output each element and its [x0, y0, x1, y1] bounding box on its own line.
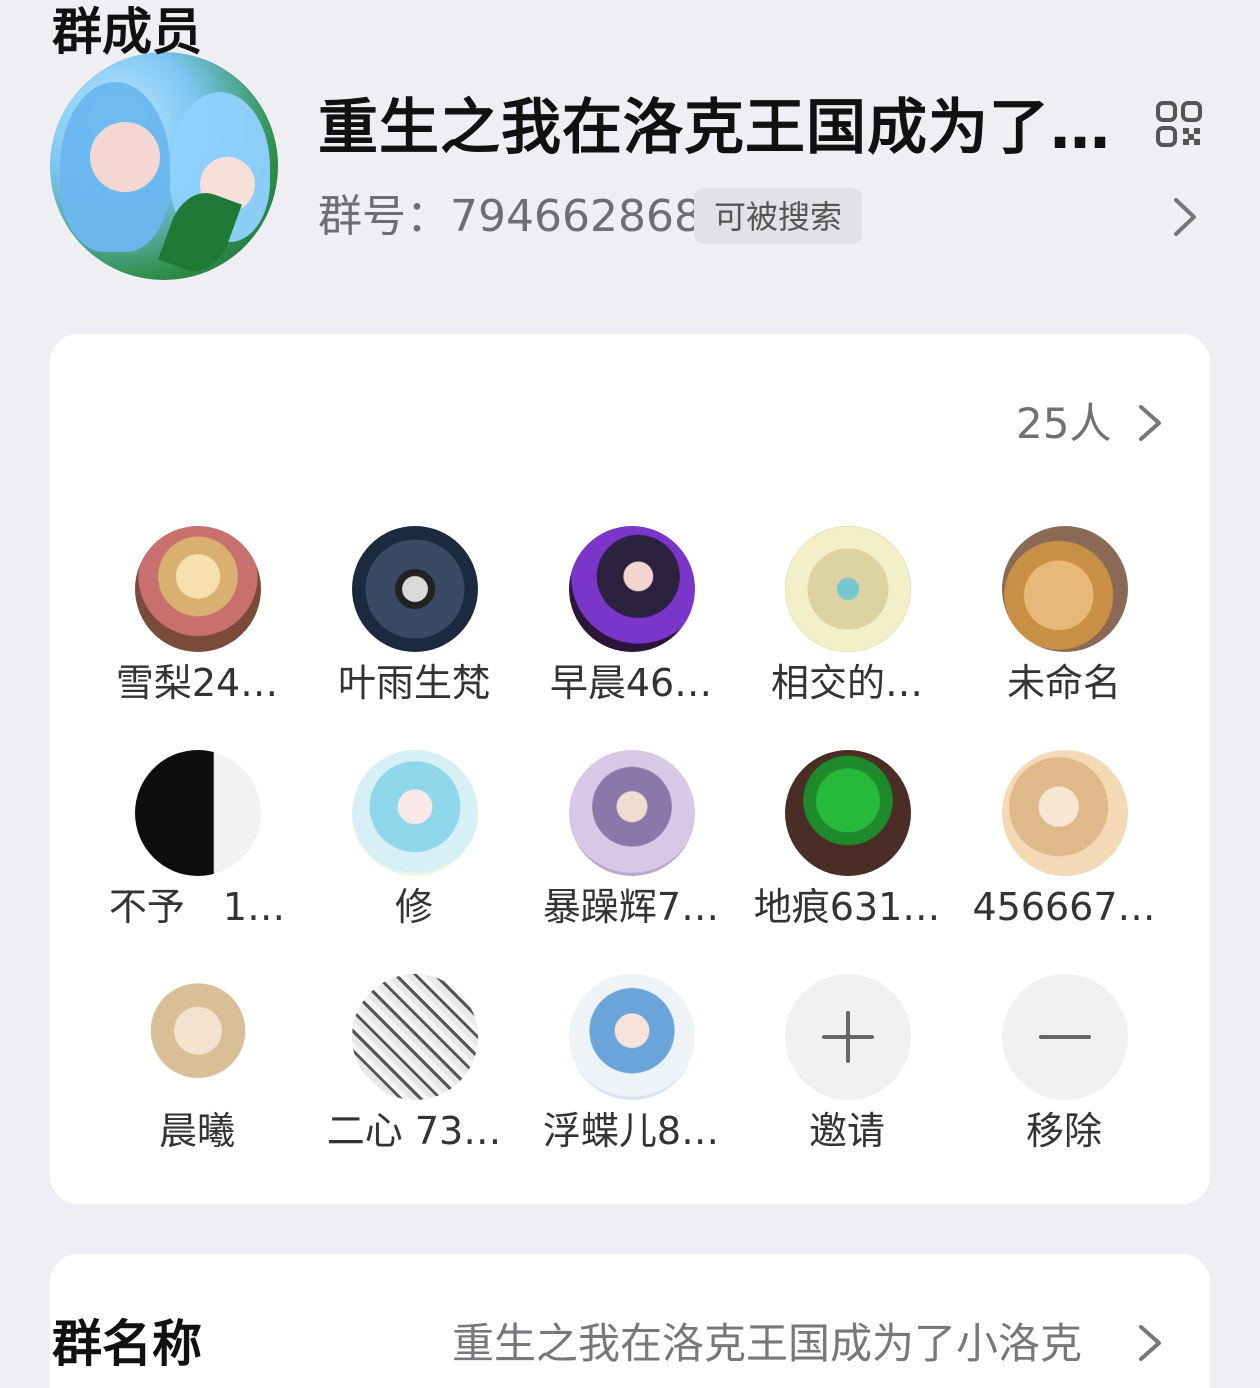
member-count[interactable]: 25人	[1016, 394, 1111, 454]
group-name-label: 群名称	[52, 1315, 202, 1373]
member-item[interactable]: 相交的…	[739, 526, 955, 726]
member-name: 叶雨生梵	[337, 661, 490, 705]
invite-button[interactable]: 邀请	[739, 974, 955, 1174]
member-name: 浮蝶儿8…	[542, 1109, 720, 1153]
member-name: 早晨46…	[549, 661, 713, 705]
avatar	[135, 974, 261, 1100]
avatar	[135, 526, 261, 652]
avatar	[352, 526, 478, 652]
avatar	[135, 750, 261, 876]
members-card-title: 群成员	[52, 3, 202, 61]
member-item[interactable]: 浮蝶儿8…	[523, 974, 739, 1174]
member-item[interactable]: 456667…	[956, 750, 1172, 950]
remove-button[interactable]: 移除	[956, 974, 1172, 1174]
member-item[interactable]: 地痕631…	[739, 750, 955, 950]
member-name: 不予 1…	[108, 885, 286, 929]
member-item[interactable]: 晨曦	[89, 974, 305, 1174]
member-name: 雪梨24…	[115, 661, 279, 705]
member-name: 修	[394, 885, 433, 929]
group-avatar[interactable]	[50, 52, 278, 280]
member-item[interactable]: 修	[306, 750, 522, 950]
searchable-badge: 可被搜索	[694, 188, 863, 244]
group-settings-page: 重生之我在洛克王国成为了… 群号：794662868 可被搜索 群成员 25人 …	[0, 0, 1260, 1388]
member-item[interactable]: 未命名	[956, 526, 1172, 726]
member-item[interactable]: 暴躁辉7…	[523, 750, 739, 950]
invite-circle[interactable]	[785, 974, 911, 1100]
avatar	[785, 526, 911, 652]
invite-label: 邀请	[808, 1109, 885, 1153]
member-item[interactable]: 二心 73…	[306, 974, 522, 1174]
avatar	[1002, 750, 1128, 876]
members-chevron-icon[interactable]	[1136, 403, 1164, 443]
member-name: 未命名	[1006, 661, 1121, 705]
avatar	[1002, 526, 1128, 652]
minus-icon	[1039, 1035, 1091, 1039]
plus-icon	[822, 1011, 874, 1063]
chevron-right-icon[interactable]	[1170, 196, 1200, 238]
member-name: 二心 73…	[326, 1109, 502, 1153]
qr-code-icon[interactable]	[1155, 100, 1203, 148]
member-name: 相交的…	[770, 661, 923, 705]
avatar	[785, 750, 911, 876]
remove-label: 移除	[1025, 1109, 1102, 1153]
member-name: 晨曦	[158, 1109, 235, 1153]
member-item[interactable]: 不予 1…	[89, 750, 305, 950]
member-item[interactable]: 雪梨24…	[89, 526, 305, 726]
avatar	[352, 750, 478, 876]
avatar	[352, 974, 478, 1100]
group-name-chevron-icon[interactable]	[1136, 1323, 1164, 1363]
remove-circle[interactable]	[1002, 974, 1128, 1100]
avatar	[569, 974, 695, 1100]
member-name: 暴躁辉7…	[542, 885, 720, 929]
group-id-text: 群号：794662868	[318, 191, 702, 242]
group-name-title: 重生之我在洛克王国成为了…	[318, 93, 1111, 163]
avatar	[569, 750, 695, 876]
member-item[interactable]: 早晨46…	[523, 526, 739, 726]
member-name: 地痕631…	[753, 885, 941, 929]
avatar	[569, 526, 695, 652]
member-item[interactable]: 叶雨生梵	[306, 526, 522, 726]
group-name-value: 重生之我在洛克王国成为了小洛克	[452, 1319, 1083, 1368]
member-name: 456667…	[972, 885, 1156, 929]
